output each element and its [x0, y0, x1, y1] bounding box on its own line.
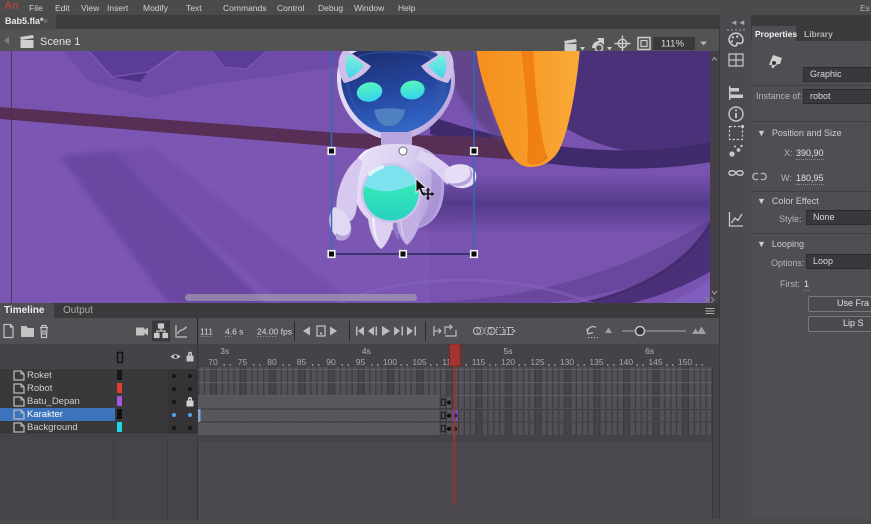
- svg-text:4s: 4s: [362, 346, 371, 356]
- svg-text:150: 150: [678, 357, 692, 367]
- svg-text:100: 100: [383, 357, 397, 367]
- svg-text:24.00 fps: 24.00 fps: [257, 327, 292, 337]
- svg-text:120: 120: [501, 357, 515, 367]
- svg-text:95: 95: [356, 357, 366, 367]
- svg-text:130: 130: [560, 357, 574, 367]
- svg-text:80: 80: [267, 357, 277, 367]
- svg-text:125: 125: [530, 357, 544, 367]
- svg-text:105: 105: [412, 357, 426, 367]
- svg-text:85: 85: [297, 357, 307, 367]
- svg-text:4.6 s: 4.6 s: [225, 327, 243, 337]
- svg-text:5s: 5s: [504, 346, 513, 356]
- svg-text:111: 111: [200, 327, 213, 337]
- svg-text:90: 90: [326, 357, 336, 367]
- svg-text:Scene 1: Scene 1: [40, 36, 80, 48]
- svg-text:◄◄: ◄◄: [730, 18, 746, 27]
- svg-text:70: 70: [208, 357, 218, 367]
- svg-text:6s: 6s: [645, 346, 654, 356]
- svg-text:145: 145: [648, 357, 662, 367]
- svg-text:111%: 111%: [661, 39, 684, 50]
- svg-text:3s: 3s: [220, 346, 229, 356]
- svg-text:115: 115: [472, 357, 486, 367]
- svg-text:135: 135: [589, 357, 603, 367]
- svg-text:75: 75: [238, 357, 248, 367]
- svg-text:140: 140: [619, 357, 633, 367]
